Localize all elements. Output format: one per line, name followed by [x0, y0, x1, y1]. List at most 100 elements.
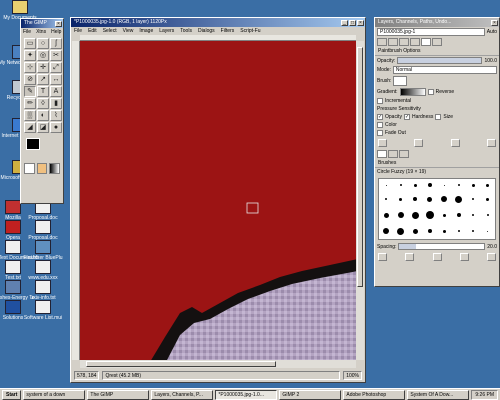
tool-button[interactable]: ✎: [24, 86, 36, 97]
tool-button[interactable]: ↗: [37, 74, 49, 85]
tab-brush-active[interactable]: [377, 150, 387, 158]
opacity-value[interactable]: 100.0: [484, 58, 497, 64]
brush-item[interactable]: [383, 228, 390, 235]
brush-item[interactable]: [486, 197, 490, 201]
zoom-level[interactable]: 100%: [343, 370, 362, 380]
opacity-slider[interactable]: [397, 57, 483, 64]
duplicate-brush-icon[interactable]: [405, 253, 415, 261]
reset-options-icon[interactable]: [486, 139, 496, 147]
tool-button[interactable]: T: [37, 86, 49, 97]
brush-item[interactable]: [487, 230, 489, 232]
tool-button[interactable]: ◢: [24, 122, 36, 133]
tool-button[interactable]: ⌇: [50, 110, 62, 121]
tool-button[interactable]: ↔: [50, 74, 62, 85]
taskbar-button[interactable]: System Of A Dow...: [407, 389, 470, 400]
tool-button[interactable]: ⊘: [24, 74, 36, 85]
desktop-icon[interactable]: Test.txt: [0, 260, 28, 281]
close-icon[interactable]: ×: [55, 20, 62, 27]
gradient-preview[interactable]: [49, 163, 61, 174]
tool-button[interactable]: ●: [50, 122, 62, 133]
brush-item[interactable]: [425, 211, 434, 220]
brush-item[interactable]: [427, 183, 432, 188]
pressure-hardness-checkbox[interactable]: ✓: [403, 114, 410, 120]
brush-item[interactable]: [472, 198, 475, 201]
foreground-color-swatch[interactable]: [26, 138, 40, 150]
refresh-brushes-icon[interactable]: [487, 253, 496, 261]
brush-item[interactable]: [413, 197, 418, 202]
brush-item[interactable]: [412, 228, 418, 234]
new-brush-icon[interactable]: [378, 253, 387, 261]
tool-button[interactable]: ○: [37, 38, 49, 49]
pressure-opacity-checkbox[interactable]: ✓: [377, 114, 383, 120]
gimp-toolbox-window[interactable]: The GIMP × File Xtns Help ▭ ○ ʃ ✦ ◎ ✂ ⊹ ✛ ⤢ ⊘ ↗ ↔ ✎ T A ✏…: [20, 18, 64, 204]
brush-preview[interactable]: [24, 163, 35, 174]
brush-item[interactable]: [486, 214, 489, 217]
brush-item[interactable]: [399, 184, 402, 187]
image-selector-combo[interactable]: P1000035.jpg-1: [377, 28, 485, 36]
brush-item[interactable]: [456, 213, 461, 218]
brush-item[interactable]: [472, 230, 475, 233]
tab-pattern[interactable]: [388, 150, 398, 158]
toolbox-menu-item[interactable]: File: [23, 29, 31, 35]
brush-item[interactable]: [457, 230, 460, 233]
color-checkbox[interactable]: [377, 122, 383, 128]
save-options-icon[interactable]: [378, 139, 387, 147]
brush-item[interactable]: [472, 214, 475, 217]
tool-button[interactable]: ◐: [37, 110, 49, 121]
brush-item[interactable]: [486, 183, 490, 187]
gradient-swatch[interactable]: [399, 88, 426, 96]
toolbox-menu-item[interactable]: Help: [51, 29, 61, 35]
toolbox-menu-item[interactable]: Xtns: [36, 29, 46, 35]
brush-item[interactable]: [457, 184, 460, 187]
desktop-icon[interactable]: toolbrshes-Energy Te...: [0, 280, 39, 301]
close-icon[interactable]: ×: [357, 19, 364, 26]
brush-swatch[interactable]: [393, 76, 408, 86]
pattern-preview[interactable]: [36, 163, 48, 174]
delete-options-icon[interactable]: [450, 139, 460, 147]
image-menu-item[interactable]: View: [123, 28, 134, 34]
brush-grid[interactable]: [378, 178, 496, 240]
start-button[interactable]: Start: [2, 389, 22, 400]
tool-button[interactable]: ✛: [37, 62, 49, 73]
image-titlebar[interactable]: *P1000035.jpg-1.0 (RGB, 1 layer) 1120Px …: [71, 18, 365, 27]
brush-item[interactable]: [411, 211, 419, 219]
image-menu-item[interactable]: Image: [139, 28, 153, 34]
image-menu-item[interactable]: Tools: [180, 28, 192, 34]
vertical-scroll-thumb[interactable]: [357, 47, 363, 287]
color-selector[interactable]: [24, 137, 60, 159]
tab-channels[interactable]: [388, 38, 398, 46]
tool-button[interactable]: ✏: [24, 98, 36, 109]
taskbar-button[interactable]: system of a down: [23, 389, 86, 400]
desktop-icon[interactable]: Flashfxer BluePlu: [23, 240, 63, 261]
image-menu-item[interactable]: Select: [103, 28, 117, 34]
brush-item[interactable]: [397, 227, 405, 235]
incremental-checkbox[interactable]: [377, 98, 383, 104]
tool-button[interactable]: ▮: [50, 98, 62, 109]
taskbar-button[interactable]: Layers, Channels, P...: [151, 389, 214, 400]
layers-dock-window[interactable]: Layers, Channels, Paths, Undo... × P1000…: [374, 17, 500, 287]
fade-out-checkbox[interactable]: [377, 130, 383, 136]
toolbox-titlebar[interactable]: The GIMP ×: [21, 19, 63, 28]
tool-button[interactable]: ⊹: [24, 62, 36, 73]
tab-paths[interactable]: [399, 38, 409, 46]
vertical-scrollbar[interactable]: [356, 41, 364, 360]
spacing-value[interactable]: 20.0: [487, 244, 497, 250]
image-canvas[interactable]: [80, 41, 356, 360]
horizontal-scroll-thumb[interactable]: [86, 361, 276, 367]
brush-item[interactable]: [427, 229, 432, 234]
brush-item[interactable]: [385, 198, 388, 201]
image-window[interactable]: *P1000035.jpg-1.0 (RGB, 1 layer) 1120Px …: [70, 17, 366, 383]
desktop-icon[interactable]: Software List.mui: [24, 300, 62, 321]
tool-button[interactable]: ◪: [37, 122, 49, 133]
edit-brush-icon[interactable]: [432, 253, 442, 261]
desktop-icon[interactable]: Opera: [0, 220, 28, 241]
desktop-icon[interactable]: uxiv-info.txt: [28, 280, 58, 301]
minimize-icon[interactable]: _: [341, 19, 348, 26]
maximize-icon[interactable]: □: [349, 19, 356, 26]
image-menu-item[interactable]: Layers: [159, 28, 174, 34]
tool-button[interactable]: ▭: [24, 38, 36, 49]
image-menu-item[interactable]: Filters: [221, 28, 235, 34]
brush-item[interactable]: [397, 212, 404, 219]
image-menu-item[interactable]: Script-Fu: [240, 28, 260, 34]
desktop-icon[interactable]: www.edu.xxx: [28, 260, 58, 281]
